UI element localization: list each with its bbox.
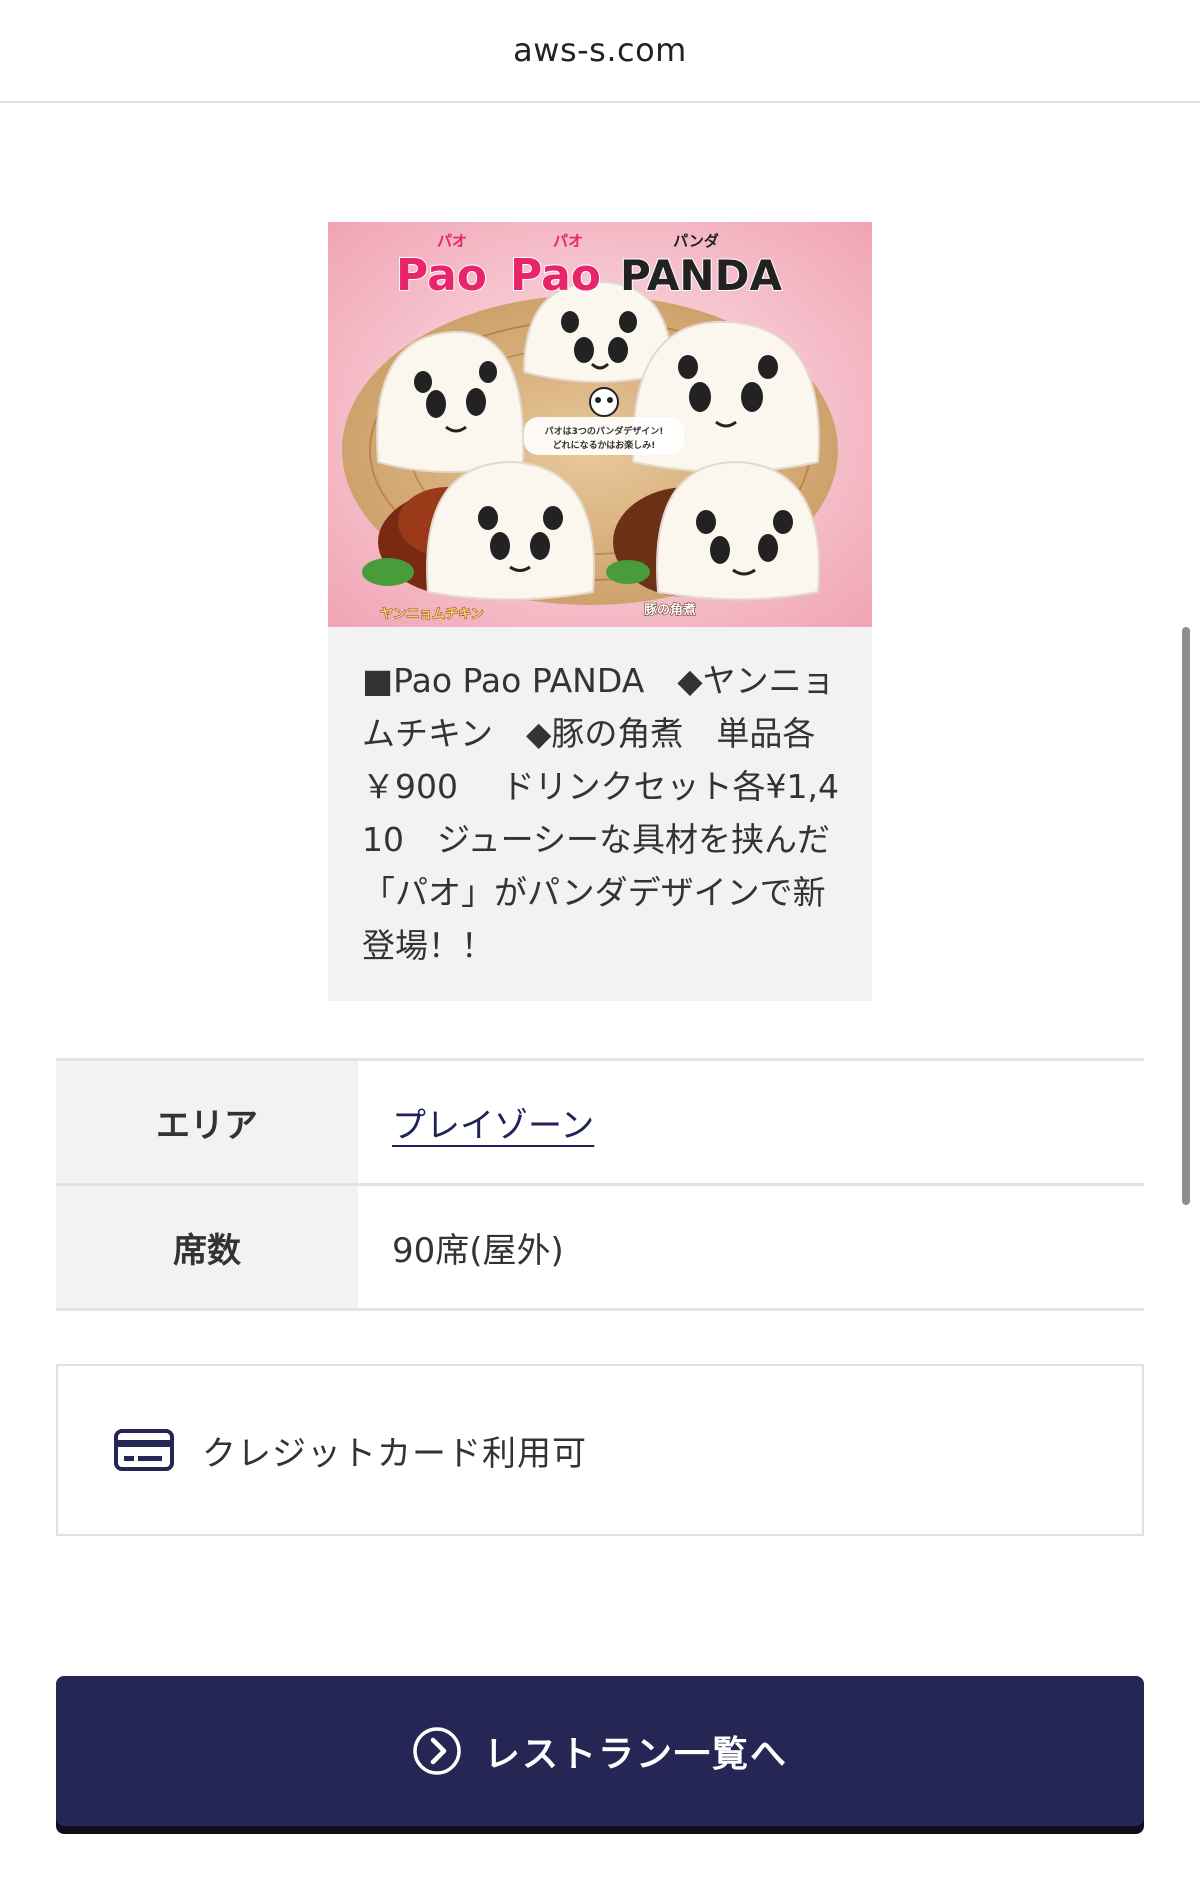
credit-card-label: クレジットカード利用可	[202, 1433, 587, 1474]
callout-line2: どれになるかはお楽しみ!	[553, 439, 656, 451]
title-ruby-2: パオ	[553, 232, 583, 250]
chevron-circle-right-icon	[412, 1726, 462, 1776]
title-ruby-3: パンダ	[673, 232, 719, 250]
restaurant-list-button[interactable]: レストラン一覧へ	[56, 1676, 1144, 1826]
page-scrollbar[interactable]	[1182, 627, 1190, 1205]
callout-line1: パオは3つのパンダデザイン!	[545, 425, 664, 437]
restaurant-list-button-label: レストラン一覧へ	[483, 1734, 788, 1775]
menu-description: ■Pao Pao PANDA ◆ヤンニョムチキン ◆豚の角煮 単品各￥900 ド…	[362, 661, 839, 965]
title-word-panda: PANDA	[620, 251, 782, 300]
menu-card: パオは3つのパンダデザイン! どれになるかはお楽しみ! パオ パオ パンダ Pa…	[328, 222, 872, 1001]
title-ruby-1: パオ	[437, 232, 467, 250]
info-table: エリア プレイゾーン 席数 90席(屋外)	[56, 1058, 1144, 1311]
label-kakuni: 豚の角煮	[644, 602, 696, 618]
area-value-cell: プレイゾーン	[358, 1061, 1144, 1183]
title-word-pao-2: Pao	[510, 250, 601, 301]
info-row-seats: 席数 90席(屋外)	[56, 1186, 1144, 1311]
credit-card-icon	[114, 1428, 174, 1472]
label-yangnyeom-chicken: ヤンニョムチキン	[380, 607, 484, 622]
payment-info-box: クレジットカード利用可	[56, 1364, 1144, 1536]
title-word-pao-1: Pao	[396, 250, 487, 301]
page: aws-s.com パオは3つのパンダデザイン! どれになるかはお楽しみ! パオ…	[0, 0, 1200, 1893]
seats-value: 90席(屋外)	[392, 1230, 564, 1271]
pao-pao-panda-illustration: パオは3つのパンダデザイン! どれになるかはお楽しみ! パオ パオ パンダ Pa…	[328, 222, 872, 627]
info-row-area: エリア プレイゾーン	[56, 1061, 1144, 1186]
seats-label: 席数	[56, 1186, 358, 1308]
menu-image: パオは3つのパンダデザイン! どれになるかはお楽しみ! パオ パオ パンダ Pa…	[328, 222, 872, 627]
area-label: エリア	[56, 1061, 358, 1183]
area-link[interactable]: プレイゾーン	[392, 1098, 594, 1147]
url-text[interactable]: aws-s.com	[513, 31, 687, 69]
browser-url-bar[interactable]: aws-s.com	[0, 0, 1200, 103]
